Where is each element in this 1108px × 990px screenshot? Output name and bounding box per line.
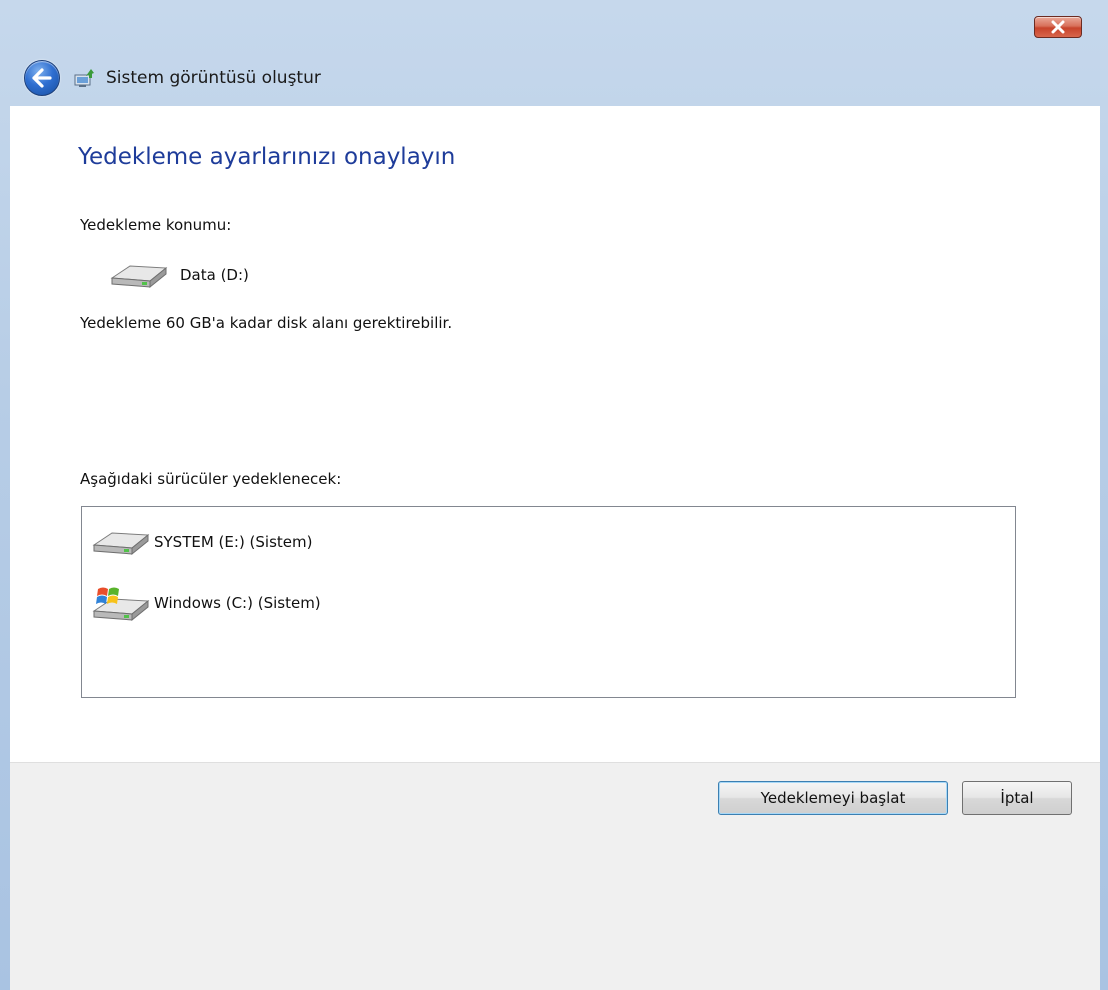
back-button[interactable] bbox=[24, 60, 60, 96]
window-title: Sistem görüntüsü oluştur bbox=[106, 68, 321, 88]
backup-location-drive: Data (D:) bbox=[108, 260, 249, 290]
list-item[interactable]: Windows (C:) (Sistem) bbox=[90, 583, 321, 623]
cancel-button[interactable]: İptal bbox=[962, 781, 1072, 815]
page-title: Yedekleme ayarlarınızı onaylayın bbox=[78, 144, 456, 170]
backup-app-icon bbox=[72, 66, 96, 90]
disk-space-notice: Yedekleme 60 GB'a kadar disk alanı gerek… bbox=[80, 314, 453, 332]
close-button[interactable] bbox=[1034, 16, 1082, 38]
list-item[interactable]: SYSTEM (E:) (Sistem) bbox=[90, 527, 313, 557]
window-frame: Sistem görüntüsü oluştur Yedekleme ayarl… bbox=[0, 0, 1108, 990]
drive-label: SYSTEM (E:) (Sistem) bbox=[154, 533, 313, 551]
content-area: Yedekleme ayarlarınızı onaylayın Yedekle… bbox=[10, 106, 1100, 762]
drives-list-label: Aşağıdaki sürücüler yedeklenecek: bbox=[80, 470, 342, 488]
navigation-bar: Sistem görüntüsü oluştur bbox=[10, 50, 1100, 106]
backup-location-label: Yedekleme konumu: bbox=[80, 216, 232, 234]
backup-location-drive-label: Data (D:) bbox=[180, 266, 249, 284]
drive-label: Windows (C:) (Sistem) bbox=[154, 594, 321, 612]
back-arrow-icon bbox=[32, 68, 52, 88]
hard-drive-icon bbox=[92, 532, 150, 556]
windows-drive-icon bbox=[92, 587, 150, 622]
close-icon bbox=[1051, 20, 1065, 34]
hard-drive-icon bbox=[110, 265, 168, 289]
footer-bar: Yedeklemeyi başlat İptal bbox=[10, 762, 1100, 990]
drives-list: SYSTEM (E:) (Sistem) Windows (C:) (Siste… bbox=[81, 506, 1016, 698]
start-backup-button[interactable]: Yedeklemeyi başlat bbox=[718, 781, 948, 815]
